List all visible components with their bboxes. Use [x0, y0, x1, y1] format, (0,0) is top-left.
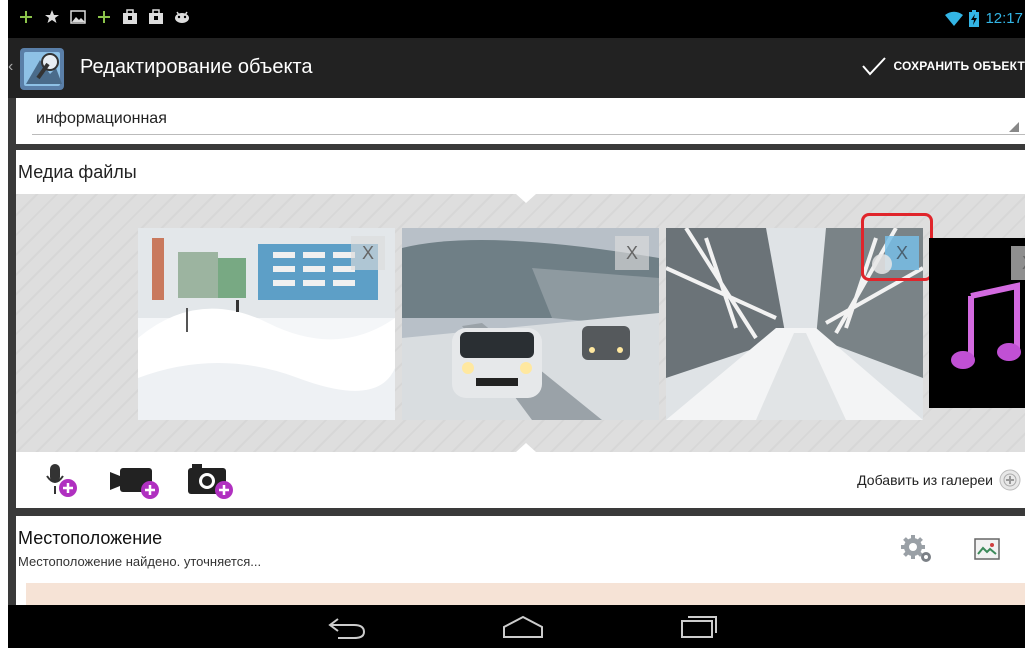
app-logo-icon[interactable]: [18, 44, 68, 94]
dropdown-caret-icon: [1009, 122, 1019, 132]
save-object-label: СОХРАНИТЬ ОБЪЕКТ: [893, 59, 1025, 73]
remove-media-button[interactable]: X: [351, 236, 385, 270]
navigation-bar: [8, 605, 1025, 648]
category-spinner-value: информационная: [36, 110, 167, 127]
add-photo-icon[interactable]: [186, 462, 238, 500]
status-bar: 12:17: [8, 0, 1025, 38]
add-from-gallery-button[interactable]: Добавить из галереи: [857, 469, 1021, 491]
star-icon: [45, 10, 59, 23]
highlight-annotation: [861, 213, 933, 281]
action-bar: ‹ Редактирование объекта СОХРАНИТЬ ОБЪЕК…: [8, 38, 1025, 98]
device-screen: 12:17 ‹ Редактирование объекта СОХРАНИТЬ…: [8, 0, 1025, 648]
add-video-icon[interactable]: [108, 462, 166, 500]
battery-icon: [969, 10, 980, 27]
media-section-header: Медиа файлы: [16, 150, 1025, 194]
recent-apps-icon[interactable]: [680, 615, 718, 639]
briefcase-icon: [149, 9, 163, 24]
media-gallery[interactable]: X X X: [16, 194, 1025, 452]
spinner-underline: [32, 134, 1025, 135]
remove-media-button[interactable]: X: [615, 236, 649, 270]
checkmark-icon: [862, 57, 887, 76]
media-actions-bar: Добавить из галереи: [16, 452, 1025, 508]
gear-icon[interactable]: [900, 534, 934, 564]
category-spinner[interactable]: информационная: [16, 98, 1025, 144]
add-circle-icon: [999, 469, 1021, 491]
map-icon[interactable]: [974, 538, 1000, 560]
clock: 12:17: [985, 10, 1023, 27]
save-object-button[interactable]: СОХРАНИТЬ ОБЪЕКТ: [861, 56, 1025, 76]
location-section: Местоположение Местоположение найдено. у…: [16, 516, 1025, 605]
add-audio-icon[interactable]: [44, 462, 80, 498]
media-thumbnail[interactable]: X: [138, 228, 395, 420]
gallery-notch-bottom: [516, 443, 536, 452]
gallery-notch-top: [516, 194, 536, 203]
page-title: Редактирование объекта: [80, 56, 313, 78]
briefcase-icon: [123, 9, 137, 24]
android-icon: [175, 11, 189, 23]
media-thumbnail[interactable]: X: [929, 238, 1025, 408]
plus-icon: [20, 11, 32, 23]
wifi-icon: [945, 11, 964, 26]
remove-media-button[interactable]: X: [1011, 246, 1025, 280]
location-status: Местоположение найдено. уточняется...: [18, 554, 262, 569]
location-map-preview: [26, 583, 1025, 605]
back-icon[interactable]: [328, 615, 366, 639]
scroll-content[interactable]: информационная Медиа файлы X X X Добавит…: [8, 98, 1025, 605]
media-section-title: Медиа файлы: [18, 162, 137, 182]
add-from-gallery-label: Добавить из галереи: [857, 472, 993, 488]
location-title: Местоположение: [18, 528, 163, 548]
media-thumbnail[interactable]: X: [402, 228, 659, 420]
plus-icon: [98, 11, 110, 23]
up-caret-icon[interactable]: ‹: [8, 58, 13, 76]
image-icon: [70, 10, 86, 24]
home-icon[interactable]: [502, 615, 544, 639]
